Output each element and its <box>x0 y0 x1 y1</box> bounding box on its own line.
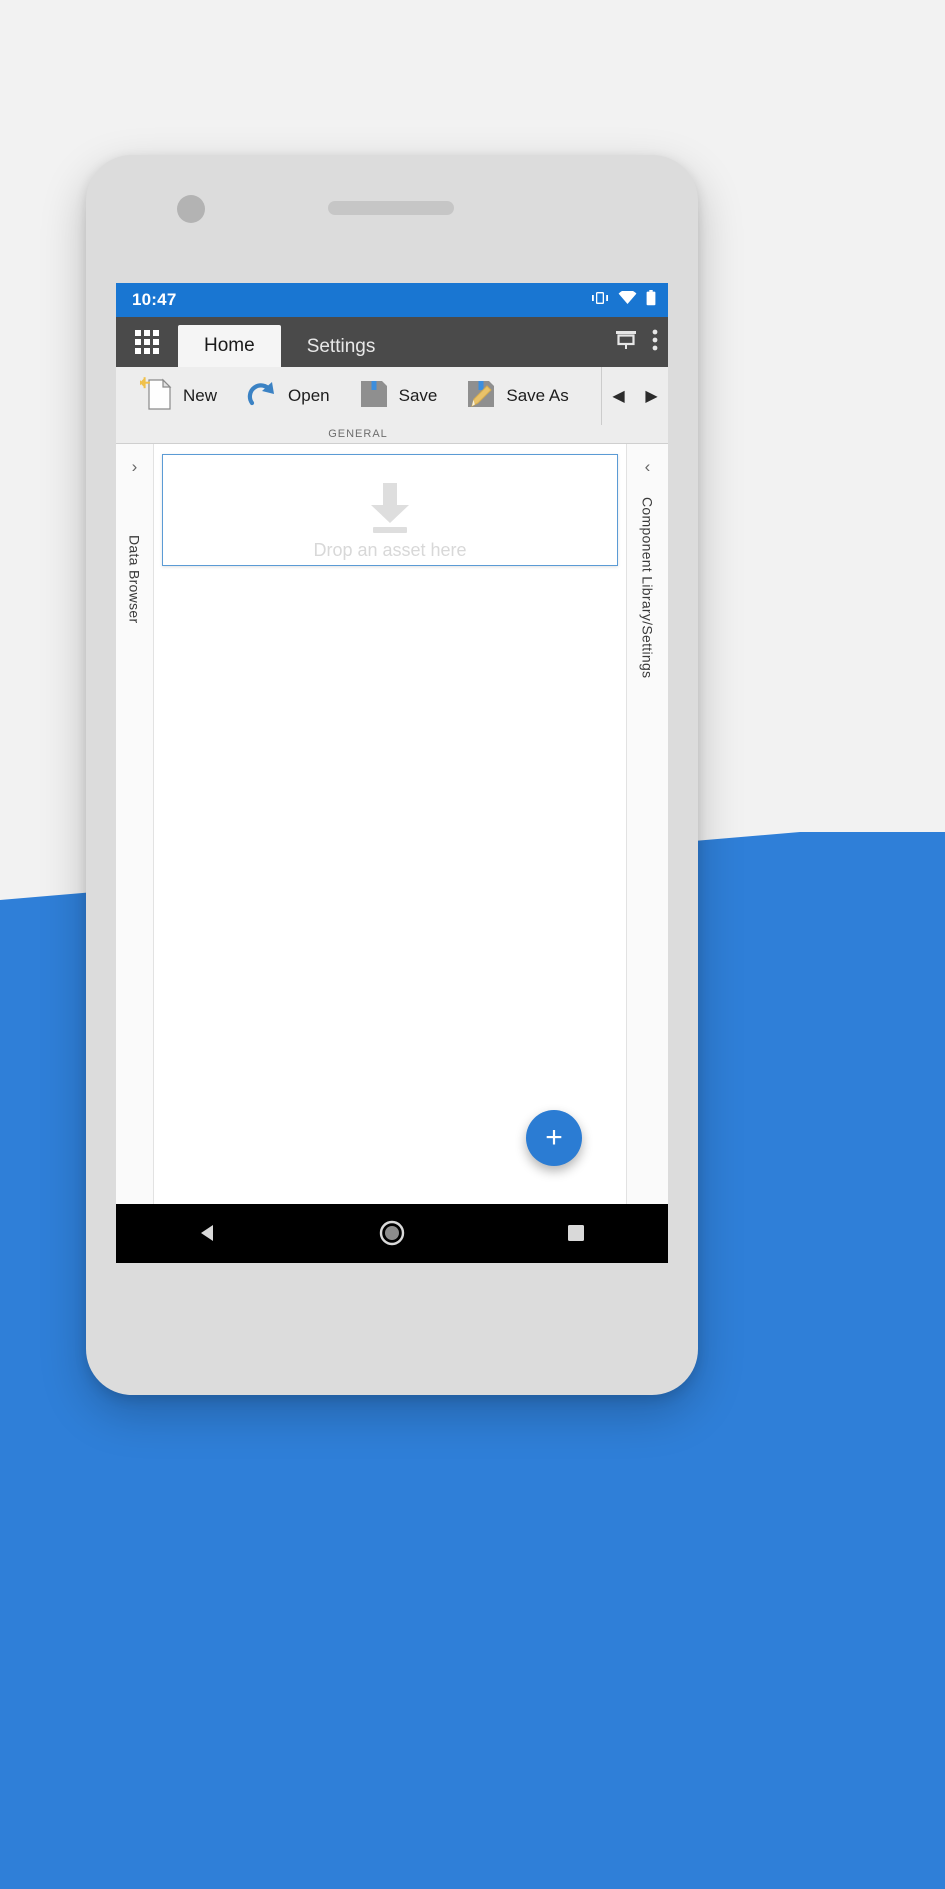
recents-square-icon <box>566 1223 586 1248</box>
back-triangle-icon <box>197 1222 219 1249</box>
ribbon-next-button[interactable]: ▶ <box>645 386 657 406</box>
save-floppy-icon <box>358 377 390 416</box>
data-browser-label: Data Browser <box>126 535 143 624</box>
app-grid-button[interactable] <box>116 317 178 367</box>
ribbon-prev-button[interactable]: ◀ <box>612 386 624 406</box>
ribbon-label-open: Open <box>288 386 330 405</box>
ribbon-button-new[interactable]: New <box>126 367 231 425</box>
ribbon-scroll-controls: ◀ ▶ <box>601 367 668 425</box>
design-canvas[interactable]: Drop an asset here + <box>154 444 626 1204</box>
nav-home-button[interactable] <box>357 1204 427 1263</box>
component-library-label: Component Library/Settings <box>639 497 656 679</box>
plus-icon: + <box>545 1121 563 1154</box>
phone-screen: 10:47 Home Settings New Open Save Save A… <box>116 283 668 1263</box>
presentation-icon[interactable] <box>614 329 638 356</box>
overflow-menu-icon[interactable] <box>652 328 658 357</box>
component-library-rail[interactable]: ‹ Component Library/Settings <box>626 444 668 1204</box>
dropzone-label: Drop an asset here <box>313 540 467 560</box>
chevron-right-icon[interactable]: › <box>132 454 138 475</box>
tab-home[interactable]: Home <box>178 325 281 367</box>
front-camera <box>177 195 205 223</box>
phone-device-frame: 10:47 Home Settings New Open Save Save A… <box>86 155 698 1395</box>
nav-back-button[interactable] <box>173 1204 243 1263</box>
status-icons <box>591 289 656 311</box>
android-nav-bar <box>116 1204 668 1263</box>
status-clock: 10:47 <box>132 290 177 309</box>
workspace: › Data Browser Drop an asset here + ‹ Co… <box>116 444 668 1204</box>
ribbon-button-save-as[interactable]: Save As <box>451 367 582 425</box>
battery-icon <box>646 289 656 311</box>
save-as-floppy-pencil-icon <box>465 377 497 416</box>
ribbon-button-save[interactable]: Save <box>344 367 452 425</box>
chevron-left-icon[interactable]: ‹ <box>645 454 651 475</box>
add-fab-button[interactable]: + <box>526 1110 582 1166</box>
home-circle-icon <box>379 1220 405 1251</box>
ribbon-label-save: Save <box>398 386 438 405</box>
ribbon-label-save-as: Save As <box>506 386 569 405</box>
tab-bar-actions <box>614 317 668 367</box>
ribbon-toolbar: New Open Save Save As ◀ ▶ GENERAL <box>116 367 668 444</box>
data-browser-rail[interactable]: › Data Browser <box>116 444 154 1204</box>
ribbon-group-caption: GENERAL <box>328 428 388 440</box>
wifi-icon <box>618 289 637 310</box>
ribbon-button-open[interactable]: Open <box>231 367 344 425</box>
vibrate-icon <box>591 291 609 310</box>
ribbon-label-new: New <box>183 386 218 405</box>
tab-bar: Home Settings <box>116 317 668 367</box>
download-arrow-icon <box>359 475 421 542</box>
app-grid-icon <box>135 330 159 354</box>
ribbon-items: New Open Save Save As <box>116 367 601 425</box>
asset-dropzone[interactable]: Drop an asset here <box>162 454 618 566</box>
status-bar: 10:47 <box>116 283 668 317</box>
earpiece-speaker <box>328 201 454 215</box>
tab-settings[interactable]: Settings <box>281 327 402 367</box>
open-folder-arrow-icon <box>245 376 279 417</box>
nav-recents-button[interactable] <box>541 1204 611 1263</box>
new-document-icon <box>137 376 174 417</box>
